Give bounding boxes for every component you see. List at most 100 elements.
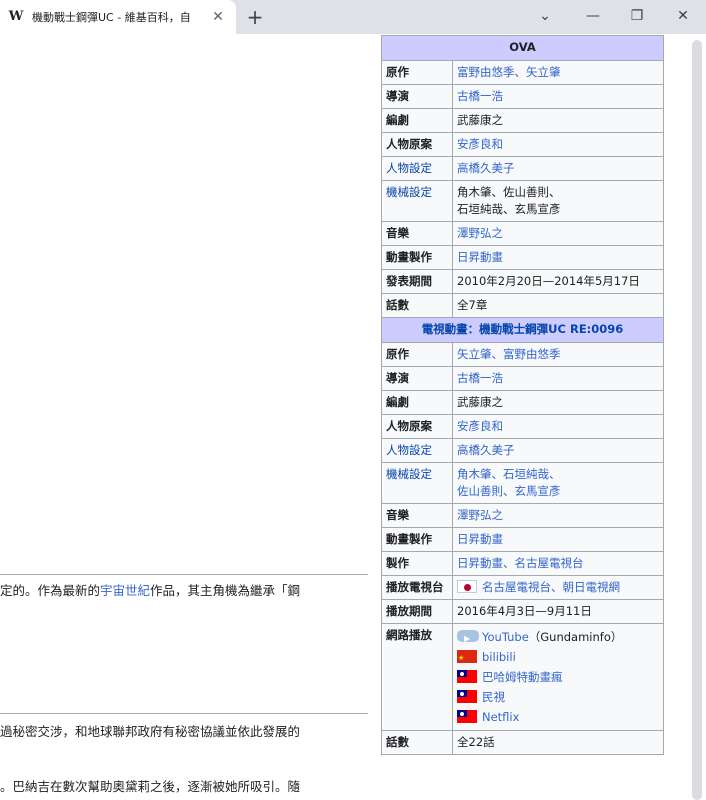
infobox-row-label: 編劇 xyxy=(381,108,453,133)
infobox-row-label: 製作 xyxy=(381,551,453,576)
infobox-value-text[interactable]: 澤野弘之 xyxy=(457,226,503,240)
infobox-row: 話數 全22話 xyxy=(381,730,664,755)
infobox-row: 音樂 澤野弘之 xyxy=(381,221,664,246)
china-flag-icon xyxy=(457,650,477,663)
infobox-value-text: 石垣純哉、玄馬宣彥 xyxy=(457,202,561,216)
streaming-link[interactable]: 民視 xyxy=(482,690,505,704)
infobox-row-value: 2016年4月3日—9月11日 xyxy=(452,599,664,624)
infobox-row-label: 動畫製作 xyxy=(381,245,453,270)
streaming-note: （Gundaminfo） xyxy=(528,630,623,644)
section-divider xyxy=(0,713,368,714)
infobox-row-label: 編劇 xyxy=(381,390,453,415)
infobox-section-header-row: OVA xyxy=(381,35,664,61)
infobox-row-label: 播放電視台 xyxy=(381,575,453,600)
streaming-item: bilibili xyxy=(457,647,659,667)
article-text-line: 。巴納吉在數次幫助奧黛莉之後，逐漸被她所吸引。隨 xyxy=(0,779,301,794)
infobox-value-text[interactable]: 矢立肇、富野由悠季 xyxy=(457,347,561,361)
infobox-row-value: 武藤康之 xyxy=(452,390,664,415)
scrollbar-thumb[interactable] xyxy=(692,40,702,800)
streaming-item: 巴哈姆特動畫瘋 xyxy=(457,667,659,687)
infobox-row-value: 日昇動畫 xyxy=(452,245,664,270)
infobox-value-text[interactable]: 日昇動畫 xyxy=(457,250,503,264)
infobox-value-text[interactable]: 安彥良和 xyxy=(457,419,503,433)
streaming-link[interactable]: YouTube xyxy=(482,630,529,644)
infobox-row-value: 2010年2月20日—2014年5月17日 xyxy=(452,269,664,294)
infobox-row-label: 人物原案 xyxy=(381,132,453,157)
infobox-row: 機械設定 角木肇、石垣純哉、 佐山善則、玄馬宣彥 xyxy=(381,462,664,504)
infobox-row-value: 安彥良和 xyxy=(452,132,664,157)
infobox-row: 人物設定 高橋久美子 xyxy=(381,156,664,181)
infobox-row: 編劇 武藤康之 xyxy=(381,108,664,133)
section-divider xyxy=(0,574,368,575)
infobox-row-value: 日昇動畫、名古屋電視台 xyxy=(452,551,664,576)
infobox-row: 播放期間 2016年4月3日—9月11日 xyxy=(381,599,664,624)
infobox-row-label: 音樂 xyxy=(381,503,453,528)
infobox-row-label: 網路播放 xyxy=(381,623,453,731)
window-close-icon[interactable]: ✕ xyxy=(670,4,696,28)
infobox-row: 人物原案 安彥良和 xyxy=(381,414,664,439)
infobox-value-text[interactable]: 佐山善則、玄馬宣彥 xyxy=(457,484,561,498)
streaming-link[interactable]: Netflix xyxy=(482,710,519,724)
infobox-row-value: 武藤康之 xyxy=(452,108,664,133)
infobox-row-label[interactable]: 機械設定 xyxy=(381,180,453,222)
youtube-icon xyxy=(457,629,479,649)
infobox-row-label: 音樂 xyxy=(381,221,453,246)
wikipedia-favicon-icon: W xyxy=(8,9,24,24)
infobox-row-value: 矢立肇、富野由悠季 xyxy=(452,342,664,367)
infobox-value-text[interactable]: 高橋久美子 xyxy=(457,443,515,457)
tab-close-icon[interactable]: ✕ xyxy=(210,9,226,25)
streaming-link[interactable]: 巴哈姆特動畫瘋 xyxy=(482,670,563,684)
infobox-row: 導演 古橋一浩 xyxy=(381,366,664,391)
infobox-value-text[interactable]: 安彥良和 xyxy=(457,137,503,151)
broadcaster-link[interactable]: 名古屋電視台、朝日電視網 xyxy=(482,580,620,594)
restore-icon[interactable]: ❐ xyxy=(624,4,650,28)
infobox-value-text[interactable]: 富野由悠季、矢立肇 xyxy=(457,65,561,79)
japan-flag-icon xyxy=(457,580,477,593)
infobox-row: 動畫製作 日昇動畫 xyxy=(381,245,664,270)
streaming-link[interactable]: bilibili xyxy=(482,650,516,664)
active-tab[interactable]: W 機動戰士鋼彈UC - 維基百科，自 ✕ xyxy=(0,0,236,34)
infobox-row-value: 高橋久美子 xyxy=(452,438,664,463)
infobox-section-header: OVA xyxy=(381,35,664,61)
infobox-row-value: 富野由悠季、矢立肇 xyxy=(452,60,664,85)
infobox-value-text[interactable]: 澤野弘之 xyxy=(457,508,503,522)
infobox-row-value: 全22話 xyxy=(452,730,664,755)
infobox-value-text[interactable]: 日昇動畫 xyxy=(457,532,503,546)
infobox-value-text[interactable]: 日昇動畫、名古屋電視台 xyxy=(457,556,584,570)
taiwan-flag-icon xyxy=(457,710,477,723)
infobox-row-value: 全7章 xyxy=(452,293,664,318)
infobox-row: 機械設定 角木肇、佐山善則、 石垣純哉、玄馬宣彥 xyxy=(381,180,664,222)
infobox-value-text: 武藤康之 xyxy=(457,113,503,127)
infobox-row-label: 原作 xyxy=(381,60,453,85)
minimize-icon[interactable]: — xyxy=(580,4,606,28)
infobox-value-text[interactable]: 高橋久美子 xyxy=(457,161,515,175)
infobox-row-label[interactable]: 機械設定 xyxy=(381,462,453,504)
new-tab-button[interactable]: + xyxy=(244,6,266,28)
infobox-row: 發表期間 2010年2月20日—2014年5月17日 xyxy=(381,269,664,294)
infobox-row-label: 播放期間 xyxy=(381,599,453,624)
infobox: OVA 原作 富野由悠季、矢立肇 導演 古橋一浩 編劇 武藤康之 人物原案 安彥良和 人物設定 高橋… xyxy=(381,35,664,755)
streaming-item: YouTube（Gundaminfo） xyxy=(457,627,659,649)
infobox-value-text[interactable]: 古橋一浩 xyxy=(457,371,503,385)
infobox-row: 原作 富野由悠季、矢立肇 xyxy=(381,60,664,85)
article-link-universal-century[interactable]: 宇宙世紀 xyxy=(100,583,150,598)
infobox-row-label[interactable]: 人物設定 xyxy=(381,438,453,463)
infobox-row: 音樂 澤野弘之 xyxy=(381,503,664,528)
infobox-row: 原作 矢立肇、富野由悠季 xyxy=(381,342,664,367)
infobox-value-text: 角木肇、佐山善則、 xyxy=(457,185,561,199)
infobox-row-value: 澤野弘之 xyxy=(452,221,664,246)
infobox-row: 人物設定 高橋久美子 xyxy=(381,438,664,463)
infobox-value-text: 2010年2月20日—2014年5月17日 xyxy=(457,274,640,288)
tab-search-dropdown-icon[interactable]: ⌄ xyxy=(532,4,558,28)
infobox-row-label: 導演 xyxy=(381,84,453,109)
infobox-value-text[interactable]: 古橋一浩 xyxy=(457,89,503,103)
infobox-value-text: 全7章 xyxy=(457,298,488,312)
taiwan-flag-icon xyxy=(457,690,477,703)
infobox-value-text[interactable]: 角木肇、石垣純哉、 xyxy=(457,467,561,481)
infobox-section-header[interactable]: 電視動畫：機動戰士鋼彈UC RE:0096 xyxy=(381,317,664,343)
infobox-row: 播放電視台 名古屋電視台、朝日電視網 xyxy=(381,575,664,600)
infobox-row-label[interactable]: 人物設定 xyxy=(381,156,453,181)
infobox-row-label: 話數 xyxy=(381,293,453,318)
infobox-row-value: 古橋一浩 xyxy=(452,366,664,391)
infobox-row: 話數 全7章 xyxy=(381,293,664,318)
